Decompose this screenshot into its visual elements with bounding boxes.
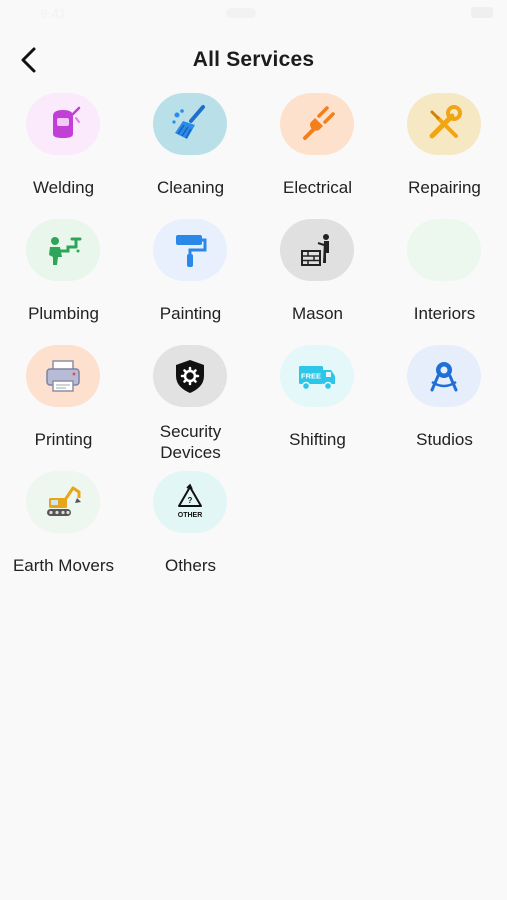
page-title: All Services — [192, 48, 315, 71]
service-painting[interactable]: Painting — [127, 219, 254, 339]
service-mason-circle — [280, 219, 354, 281]
service-shifting[interactable]: FREE Shifting — [254, 345, 381, 465]
service-label-line2: Devices — [160, 443, 221, 462]
service-electrical-circle — [280, 93, 354, 155]
service-welding[interactable]: Welding — [0, 93, 127, 213]
service-printing-circle — [26, 345, 100, 407]
service-others[interactable]: ? OTHER Others — [127, 471, 254, 591]
service-label: Interiors — [413, 304, 476, 323]
service-label: Others — [164, 556, 217, 575]
service-others-circle: ? OTHER — [153, 471, 227, 533]
service-label: Earth Movers — [12, 556, 115, 575]
plumber-icon — [49, 237, 82, 265]
paint-roller-icon — [176, 235, 207, 267]
service-plumbing-circle — [26, 219, 100, 281]
interiors-icon — [407, 219, 481, 281]
service-earth-movers[interactable]: Earth Movers — [0, 471, 127, 591]
service-repairing[interactable]: Repairing — [381, 93, 507, 213]
wrench-screwdriver-icon — [429, 105, 462, 139]
service-label: Plumbing — [28, 304, 99, 323]
service-earth-movers-circle — [26, 471, 100, 533]
service-interiors[interactable]: Interiors — [381, 219, 507, 339]
service-label-line1: Security — [159, 422, 222, 441]
service-studios-circle — [407, 345, 481, 407]
service-label: Printing — [34, 430, 93, 449]
service-label: Electrical — [283, 178, 352, 197]
service-shifting-circle: FREE — [280, 345, 354, 407]
service-label: Studios — [416, 430, 473, 449]
service-printing[interactable]: Printing — [0, 345, 127, 465]
printer-icon — [46, 360, 80, 392]
service-label: Security Devices — [127, 421, 254, 463]
service-label: Mason — [291, 304, 344, 323]
service-mason[interactable]: Mason — [254, 219, 381, 339]
welding-mask-icon — [53, 106, 81, 138]
mason-icon — [301, 234, 329, 266]
broom-icon — [172, 105, 205, 139]
service-label: Repairing — [408, 178, 481, 197]
service-label: Cleaning — [156, 178, 225, 197]
excavator-icon — [47, 486, 81, 516]
studio-compass-icon — [430, 362, 458, 392]
service-painting-circle — [153, 219, 227, 281]
status-bar: 9:41 — [0, 0, 507, 28]
plug-icon — [303, 106, 335, 140]
service-welding-circle — [26, 93, 100, 155]
service-label: Shifting — [289, 430, 346, 449]
service-label: Painting — [159, 304, 222, 323]
service-plumbing[interactable]: Plumbing — [0, 219, 127, 339]
service-cleaning-circle — [153, 93, 227, 155]
free-text: FREE — [301, 372, 321, 381]
free-delivery-truck-icon: FREE — [299, 366, 335, 391]
security-shield-icon — [176, 360, 204, 393]
service-repairing-circle — [407, 93, 481, 155]
service-electrical[interactable]: Electrical — [254, 93, 381, 213]
battery-icon — [471, 7, 493, 18]
status-notch — [226, 8, 256, 18]
other-recycle-icon: ? OTHER — [178, 483, 203, 519]
service-cleaning[interactable]: Cleaning — [127, 93, 254, 213]
service-security-devices[interactable]: Security Devices — [127, 345, 254, 465]
status-time: 9:41 — [40, 6, 67, 21]
service-label: Welding — [32, 178, 95, 197]
service-studios[interactable]: Studios — [381, 345, 507, 465]
other-text: OTHER — [178, 512, 203, 519]
question-text: ? — [188, 496, 193, 505]
service-security-circle — [153, 345, 227, 407]
